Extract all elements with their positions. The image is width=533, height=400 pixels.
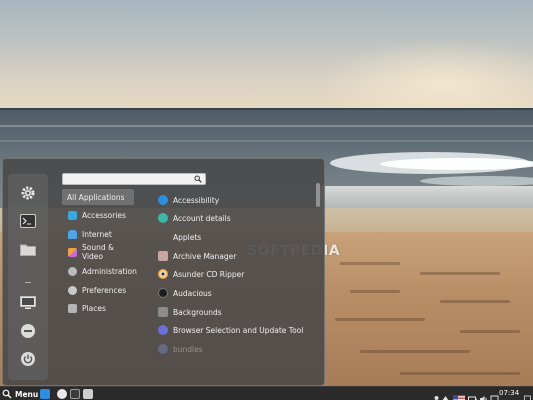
category-label: Accessories [82, 210, 126, 220]
sand-ripple [340, 262, 400, 265]
internet-icon [68, 229, 77, 239]
category-sound-video[interactable]: Sound & Video [62, 243, 134, 261]
display-icon[interactable] [15, 290, 41, 316]
app-label: bundles [173, 344, 203, 354]
search-box[interactable] [62, 173, 206, 185]
app-asunder-cd-ripper[interactable]: Asunder CD Ripper [155, 266, 315, 282]
taskbar: Menu 07:34 [0, 386, 533, 400]
sand-ripple [460, 330, 520, 333]
workspace-icon[interactable] [524, 389, 531, 400]
notifications-icon[interactable] [490, 389, 499, 400]
accessibility-icon [158, 195, 168, 205]
category-all-applications[interactable]: All Applications [62, 189, 134, 205]
app-label: Accessibility [173, 195, 220, 205]
category-label: Internet [82, 229, 112, 239]
clock[interactable]: 07:34 [499, 389, 519, 397]
wave-crest [380, 158, 533, 170]
sand-ripple [350, 290, 400, 293]
archive-icon [158, 251, 168, 261]
search-icon [2, 389, 12, 399]
sound-video-icon [68, 247, 77, 257]
category-internet[interactable]: Internet [62, 226, 134, 242]
search-input[interactable] [65, 174, 187, 184]
favorites-separator [25, 282, 31, 283]
user-icon[interactable] [432, 389, 441, 400]
folder-icon[interactable] [83, 389, 93, 399]
applets-icon [158, 232, 168, 242]
menu-button[interactable]: Menu [2, 388, 38, 400]
account-icon [158, 213, 168, 223]
app-label: Audacious [173, 288, 212, 298]
backgrounds-icon [158, 307, 168, 317]
settings-icon[interactable] [15, 180, 41, 206]
sand-ripple [335, 318, 425, 321]
launcher-icon[interactable] [57, 389, 67, 399]
app-label: Browser Selection and Update Tool [173, 325, 304, 335]
accessories-icon [68, 210, 77, 220]
category-label: Sound & Video [82, 243, 114, 261]
sand-ripple [440, 300, 510, 303]
app-label: Account details [173, 213, 231, 223]
app-label: Applets [173, 232, 202, 242]
volume-icon[interactable] [479, 389, 488, 400]
sea-streak [0, 140, 533, 142]
browser-icon [158, 325, 168, 335]
app-account-details[interactable]: Account details [155, 210, 315, 226]
app-label: Backgrounds [173, 307, 222, 317]
app-archive-manager[interactable]: Archive Manager [155, 248, 315, 264]
horizon-line [0, 108, 533, 110]
app-browser-selection[interactable]: Browser Selection and Update Tool [155, 322, 315, 338]
category-label: Places [82, 303, 106, 313]
us-flag-icon[interactable] [453, 389, 465, 400]
sand-ripple [420, 272, 500, 275]
search-icon[interactable] [194, 175, 202, 183]
administration-icon [68, 266, 77, 276]
app-audacious[interactable]: Audacious [155, 285, 315, 301]
app-label: Asunder CD Ripper [173, 269, 245, 279]
preferences-icon [68, 285, 77, 295]
category-label: Administration [82, 266, 137, 276]
menu-button-label: Menu [15, 389, 39, 399]
category-preferences[interactable]: Preferences [62, 282, 134, 298]
app-applets[interactable]: Applets [155, 229, 315, 245]
app-accessibility[interactable]: Accessibility [155, 192, 315, 208]
category-administration[interactable]: Administration [62, 263, 137, 279]
category-accessories[interactable]: Accessories [62, 207, 134, 223]
sand-ripple [400, 372, 520, 375]
sand-ripple [360, 350, 470, 353]
cd-icon [158, 269, 168, 279]
battery-icon[interactable] [468, 389, 477, 400]
apps-scrollbar[interactable] [316, 183, 320, 207]
category-label: All Applications [67, 192, 125, 202]
terminal-icon[interactable] [70, 389, 80, 399]
application-menu: All Applications Accessories Internet So… [2, 158, 325, 386]
category-places[interactable]: Places [62, 300, 134, 316]
app-backgrounds[interactable]: Backgrounds [155, 304, 315, 320]
audacious-icon [158, 288, 168, 298]
folder-icon[interactable] [15, 236, 41, 262]
show-desktop-icon[interactable] [40, 389, 50, 399]
network-icon[interactable] [441, 389, 450, 400]
app-label: Archive Manager [173, 251, 237, 261]
sea-streak [0, 125, 533, 127]
app-bundles[interactable]: bundles [155, 341, 315, 357]
terminal-icon[interactable] [15, 208, 41, 234]
category-label: Preferences [82, 285, 127, 295]
power-icon[interactable] [15, 346, 41, 372]
lock-icon[interactable] [15, 318, 41, 344]
favorites-panel [8, 174, 48, 380]
bundles-icon [158, 344, 168, 354]
places-icon [68, 303, 77, 313]
